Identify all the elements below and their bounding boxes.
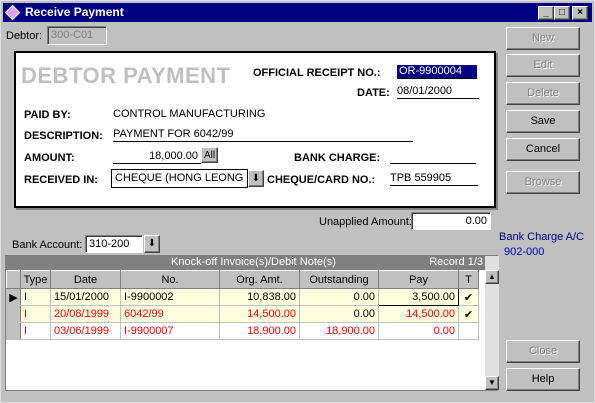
cell-org-amt[interactable]: 10,838.00 — [219, 288, 300, 306]
save-button[interactable]: Save — [506, 110, 580, 133]
cheque-no-field[interactable]: TPB 559905 — [390, 172, 478, 186]
cell-type[interactable]: I — [20, 322, 51, 340]
received-in-dropdown-button[interactable]: ⬇ — [248, 170, 264, 187]
cancel-button[interactable]: Cancel — [506, 138, 580, 161]
date-field[interactable]: 08/01/2000 — [397, 85, 479, 99]
receipt-no-label: OFFICIAL RECEIPT NO.: — [253, 67, 381, 79]
row-selector-header — [6, 270, 21, 289]
cell-type[interactable]: I — [20, 305, 51, 323]
receipt-heading: DEBTOR PAYMENT — [21, 63, 231, 88]
table-header-row: Type Date No. Org. Amt. Outstanding Pay … — [6, 270, 479, 289]
column-header-outstanding[interactable]: Outstanding — [299, 270, 379, 289]
debtor-field[interactable]: 300-C01 — [47, 26, 107, 45]
browse-button[interactable]: Browse — [506, 171, 580, 194]
app-diamond-icon — [4, 4, 21, 21]
row-selector[interactable] — [6, 305, 21, 323]
bank-account-field[interactable]: 310-200 — [85, 235, 143, 253]
cheque-no-label: CHEQUE/CARD NO.: — [267, 174, 376, 186]
table-row[interactable]: ▶ I 15/01/2000 I-9900002 10,838.00 0.00 … — [6, 288, 479, 306]
cell-no[interactable]: I-9900007 — [120, 322, 220, 340]
table-row[interactable]: I 20/08/1999 6042/99 14,500.00 0.00 14,5… — [6, 305, 479, 323]
received-in-select[interactable]: CHEQUE (HONG LEONG B — [111, 169, 248, 188]
cell-t-checkmark[interactable]: ✔ — [458, 305, 479, 323]
close-window-button[interactable]: × — [572, 6, 588, 20]
cell-no[interactable]: 6042/99 — [120, 305, 220, 323]
amount-label: AMOUNT: — [24, 152, 75, 164]
scroll-down-arrow-icon[interactable]: ▼ — [485, 376, 499, 390]
bank-account-dropdown-button[interactable]: ⬇ — [144, 235, 160, 253]
cell-outstanding[interactable]: 0.00 — [299, 305, 379, 323]
row-selector[interactable] — [6, 322, 21, 340]
cell-outstanding[interactable]: 18,900.00 — [299, 322, 379, 340]
bank-charge-ac-value[interactable]: 902-000 — [504, 246, 544, 258]
new-button[interactable]: New — [506, 27, 580, 50]
receipt-no-field[interactable]: OR-9900004 — [397, 65, 477, 79]
knockoff-table: Type Date No. Org. Amt. Outstanding Pay … — [6, 270, 479, 340]
cell-org-amt[interactable]: 18,900.00 — [219, 322, 300, 340]
scroll-up-arrow-icon[interactable]: ▲ — [485, 270, 499, 284]
column-header-no[interactable]: No. — [120, 270, 220, 289]
table-row[interactable]: I 03/06/1999 I-9900007 18,900.00 18,900.… — [6, 322, 479, 340]
bank-charge-label: BANK CHARGE: — [294, 152, 381, 164]
grid-vertical-scrollbar[interactable]: ▲ ▼ — [485, 256, 499, 390]
close-button[interactable]: Close — [506, 340, 580, 363]
paid-by-label: PAID BY: — [24, 109, 71, 121]
all-button[interactable]: All — [201, 147, 218, 163]
debtor-label: Debtor: — [6, 30, 43, 42]
description-label: DESCRIPTION: — [24, 130, 103, 142]
cell-pay[interactable]: 3,500.00 — [378, 288, 459, 306]
paid-by-value: CONTROL MANUFACTURING — [113, 108, 266, 120]
receipt-panel: DEBTOR PAYMENT OFFICIAL RECEIPT NO.: OR-… — [14, 51, 496, 208]
description-field[interactable]: PAYMENT FOR 6042/99 — [113, 128, 413, 142]
bank-account-label: Bank Account: — [12, 239, 83, 251]
cell-t-checkmark[interactable]: ✔ — [458, 288, 479, 306]
help-button[interactable]: Help — [506, 368, 580, 391]
column-header-org-amt[interactable]: Org. Amt. — [219, 270, 300, 289]
column-header-pay[interactable]: Pay — [378, 270, 459, 289]
current-row-pointer-icon: ▶ — [6, 288, 21, 306]
cell-pay[interactable]: 14,500.00 — [378, 305, 459, 323]
received-in-label: RECEIVED IN: — [24, 174, 98, 186]
edit-button[interactable]: Edit — [506, 54, 580, 77]
unapplied-amount-field: 0.00 — [411, 212, 491, 230]
column-header-date[interactable]: Date — [50, 270, 121, 289]
grid-caption: Knock-off Invoice(s)/Debit Note(s) — [171, 256, 336, 268]
cell-outstanding[interactable]: 0.00 — [299, 288, 379, 306]
bank-charge-field[interactable] — [390, 150, 476, 164]
column-header-t[interactable]: T — [458, 270, 479, 289]
cell-pay[interactable]: 0.00 — [378, 322, 459, 340]
amount-field[interactable]: 18,000.00 — [113, 150, 201, 164]
bank-charge-ac-label: Bank Charge A/C — [499, 231, 584, 243]
maximize-button[interactable]: □ — [554, 6, 570, 20]
title-bar[interactable]: Receive Payment _ □ × — [3, 3, 592, 22]
grid-caption-bar: Knock-off Invoice(s)/Debit Note(s) Recor… — [6, 256, 485, 270]
grid-record-indicator: Record 1/3 — [429, 256, 483, 268]
cell-t-checkmark[interactable] — [458, 322, 479, 340]
column-header-type[interactable]: Type — [20, 270, 51, 289]
unapplied-label: Unapplied Amount: — [319, 216, 412, 228]
window-title: Receive Payment — [25, 5, 124, 19]
cell-date[interactable]: 15/01/2000 — [50, 288, 121, 306]
date-label: DATE: — [357, 87, 390, 99]
minimize-button[interactable]: _ — [538, 6, 554, 20]
delete-button[interactable]: Delete — [506, 82, 580, 105]
cell-date[interactable]: 20/08/1999 — [50, 305, 121, 323]
cell-date[interactable]: 03/06/1999 — [50, 322, 121, 340]
cell-no[interactable]: I-9900002 — [120, 288, 220, 306]
cell-org-amt[interactable]: 14,500.00 — [219, 305, 300, 323]
knockoff-grid[interactable]: Knock-off Invoice(s)/Debit Note(s) Recor… — [5, 255, 499, 391]
cell-type[interactable]: I — [20, 288, 51, 306]
receive-payment-window: Receive Payment _ □ × Debtor: 300-C01 DE… — [0, 0, 595, 403]
